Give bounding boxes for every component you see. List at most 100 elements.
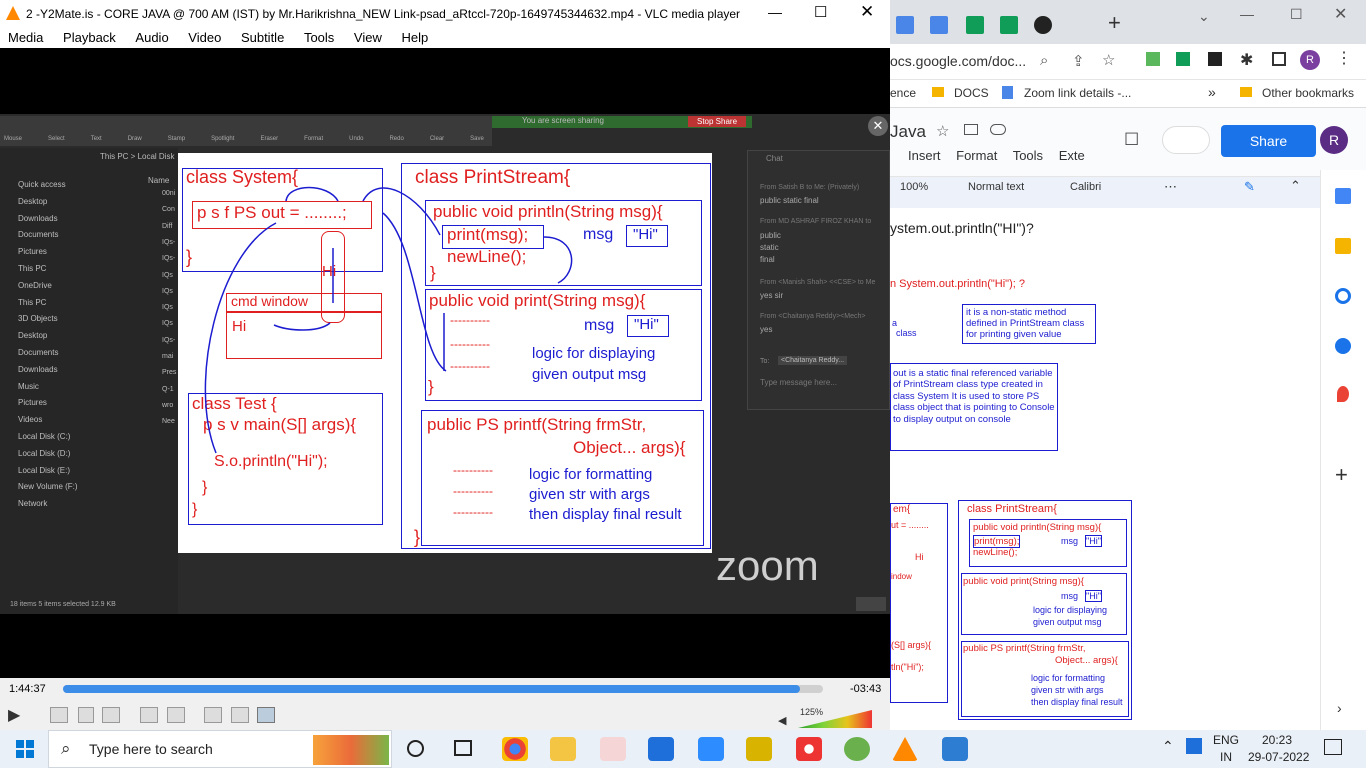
explorer-file[interactable]: Q-1 <box>162 386 174 393</box>
bookmark-item[interactable]: Zoom link details -... <box>1024 86 1131 100</box>
star-icon[interactable]: ☆ <box>936 122 949 140</box>
calendar-icon[interactable] <box>1335 188 1351 204</box>
star-icon[interactable]: ☆ <box>1102 51 1115 69</box>
chat-input[interactable]: Type message here... <box>760 378 837 387</box>
notification-icon[interactable] <box>1324 739 1342 755</box>
font-select[interactable]: Calibri <box>1070 181 1101 193</box>
explorer-nav-item[interactable]: Local Disk (D:) <box>18 449 70 458</box>
explorer-nav-item[interactable]: Documents <box>18 230 58 239</box>
zoom-app-icon[interactable] <box>698 737 724 761</box>
tool-draw[interactable]: Draw <box>128 136 142 142</box>
clock-time[interactable]: 20:23 <box>1262 733 1292 747</box>
explorer-nav-item[interactable]: Videos <box>18 415 42 424</box>
view-toggle[interactable] <box>856 597 886 611</box>
menu-help[interactable]: Help <box>402 30 429 45</box>
tool-mouse[interactable]: Mouse <box>4 136 22 142</box>
explorer-file[interactable]: Con <box>162 206 175 213</box>
docs-tab-icon[interactable] <box>896 16 914 34</box>
tool-save[interactable]: Save <box>470 136 484 142</box>
expand-icon[interactable]: › <box>1337 700 1342 716</box>
close-icon[interactable]: ✕ <box>860 2 874 22</box>
tray-overflow-icon[interactable]: ⌃ <box>1162 738 1174 755</box>
menu-extensions[interactable]: Exte <box>1059 148 1085 163</box>
loop-icon[interactable] <box>231 707 249 723</box>
contacts-icon[interactable] <box>1335 338 1351 354</box>
maximize-icon[interactable]: ☐ <box>1290 6 1303 23</box>
comment-icon[interactable]: ☐ <box>1124 130 1139 150</box>
collapse-icon[interactable]: ⌃ <box>1290 178 1301 194</box>
maps-icon[interactable] <box>1337 386 1349 402</box>
extension-icon[interactable] <box>1208 52 1222 66</box>
tool-format[interactable]: Format <box>304 136 323 142</box>
tool-undo[interactable]: Undo <box>349 136 363 142</box>
lang-top[interactable]: ENG <box>1213 733 1239 747</box>
menu-audio[interactable]: Audio <box>135 30 168 45</box>
store-icon[interactable] <box>648 737 674 761</box>
explorer-file[interactable]: Pres <box>162 369 176 376</box>
explorer-file[interactable]: IQs- <box>162 255 175 262</box>
folder-icon[interactable] <box>964 124 978 135</box>
share-page-icon[interactable]: ⇪ <box>1072 52 1085 70</box>
tool-stamp[interactable]: Stamp <box>168 136 185 142</box>
menu-media[interactable]: Media <box>8 30 43 45</box>
menu-tools[interactable]: Tools <box>1013 148 1043 163</box>
explorer-nav-item[interactable]: This PC <box>18 298 46 307</box>
task-view-icon[interactable] <box>454 740 472 756</box>
extension-icon[interactable] <box>1176 52 1190 66</box>
more-bookmarks-icon[interactable]: » <box>1208 84 1216 100</box>
tool-select[interactable]: Select <box>48 136 65 142</box>
tool-spotlight[interactable]: Spotlight <box>211 136 234 142</box>
play-icon[interactable]: ▶ <box>8 705 20 725</box>
edit-mode-icon[interactable]: ✎ <box>1244 179 1255 195</box>
chrome-app-icon[interactable] <box>502 737 528 761</box>
photos-icon[interactable] <box>942 737 968 761</box>
playlist-icon[interactable] <box>204 707 222 723</box>
explorer-file[interactable]: 00ni <box>162 190 175 197</box>
vlc-app-icon[interactable] <box>892 737 918 761</box>
bookmark-item[interactable]: ence <box>890 86 916 100</box>
fullscreen-icon[interactable] <box>140 707 158 723</box>
menu-playback[interactable]: Playback <box>63 30 116 45</box>
explorer-file[interactable]: IQs <box>162 304 173 311</box>
explorer-nav-item[interactable]: Local Disk (C:) <box>18 432 70 441</box>
explorer-nav-item[interactable]: Local Disk (E:) <box>18 466 70 475</box>
explorer-nav-item[interactable]: Desktop <box>18 197 47 206</box>
explorer-nav-item[interactable]: This PC <box>18 264 46 273</box>
sticky-notes-icon[interactable] <box>746 737 772 761</box>
search-icon[interactable]: ⌕ <box>1040 52 1048 69</box>
add-addon-icon[interactable]: + <box>1335 462 1348 488</box>
tool-eraser[interactable]: Eraser <box>260 136 278 142</box>
eclipse-icon[interactable] <box>844 737 870 761</box>
sheets-tab-icon[interactable] <box>1000 16 1018 34</box>
explorer-nav-item[interactable]: Downloads <box>18 365 58 374</box>
explorer-file[interactable]: IQs <box>162 288 173 295</box>
explorer-file[interactable]: wro <box>162 402 173 409</box>
explorer-nav-item[interactable]: Quick access <box>18 180 66 189</box>
stop-share-button[interactable]: Stop Share <box>688 116 746 127</box>
account-avatar[interactable]: R <box>1320 126 1348 154</box>
explorer-file[interactable]: Nee <box>162 418 175 425</box>
chat-recipient-select[interactable]: <Chaitanya Reddy... <box>778 356 848 365</box>
recorder-icon[interactable] <box>796 737 822 761</box>
explorer-nav-item[interactable]: Documents <box>18 348 58 357</box>
menu-insert[interactable]: Insert <box>908 148 941 163</box>
explorer-path[interactable]: This PC > Local Disk <box>100 152 174 161</box>
tray-app-icon[interactable] <box>1186 738 1202 754</box>
start-icon[interactable] <box>16 740 34 758</box>
menu-format[interactable]: Format <box>956 148 997 163</box>
search-box[interactable]: ⌕ Type here to search <box>48 730 392 768</box>
sidepanel-icon[interactable] <box>1272 52 1286 66</box>
explorer-file[interactable]: IQs <box>162 320 173 327</box>
menu-tools[interactable]: Tools <box>304 30 334 45</box>
minimize-icon[interactable]: — <box>1240 6 1254 22</box>
menu-icon[interactable]: ⋮ <box>1336 48 1352 68</box>
share-button[interactable]: Share <box>1221 125 1316 157</box>
more-icon[interactable]: ⋯ <box>1164 179 1177 195</box>
stop-icon[interactable] <box>78 707 94 723</box>
seek-bar[interactable] <box>63 685 823 693</box>
speaker-icon[interactable]: ◀ <box>778 714 786 727</box>
sheets-tab-icon[interactable] <box>966 16 984 34</box>
explorer-file[interactable]: IQs- <box>162 239 175 246</box>
zoom-select[interactable]: 100% <box>900 181 928 193</box>
explorer-file[interactable]: IQs- <box>162 337 175 344</box>
